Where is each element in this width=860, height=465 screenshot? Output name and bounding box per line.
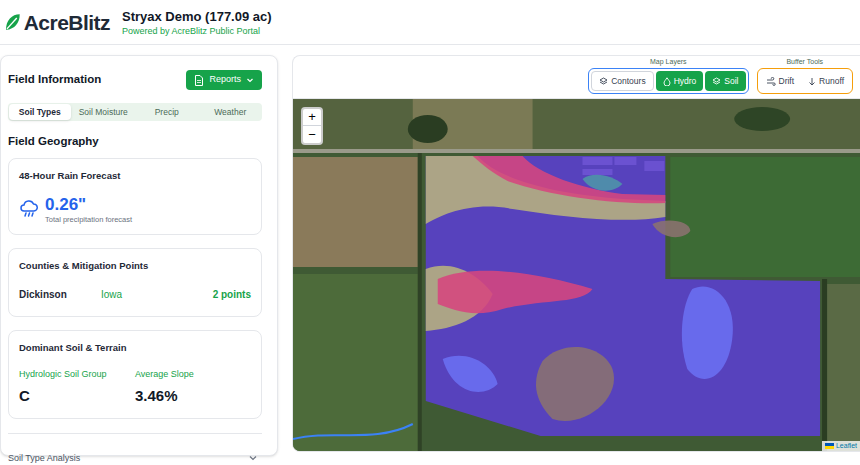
stat-label: Average Slope [135, 368, 251, 382]
map-toolbar: Map LayersContoursHydroSoilBuffer ToolsD… [293, 56, 860, 99]
waterway [293, 424, 413, 439]
tab[interactable]: Weather [200, 104, 262, 120]
tab-bar: Soil Types Soil Moisture Precip Weather [8, 103, 262, 121]
county-name: Dickinson [19, 287, 101, 302]
soil-unit[interactable] [536, 220, 690, 420]
map-attribution: Leaflet [822, 441, 860, 452]
buffer-toggle[interactable]: Runoff [802, 71, 850, 91]
info-card: Dominant Soil & Terrain Hydrologic Soil G… [8, 330, 262, 418]
arrow-down-icon [808, 77, 816, 86]
map-panel: Map LayersContoursHydroSoilBuffer ToolsD… [292, 55, 860, 452]
map-canvas[interactable]: +− Leaflet [293, 99, 860, 451]
logo-text[interactable]: AcreBlitz [24, 12, 110, 33]
rain-caption: Total precipitation forecast [45, 215, 132, 224]
section-title: Field Geography [8, 133, 262, 150]
tab-label[interactable]: Soil Types [19, 106, 61, 119]
document-icon [194, 75, 204, 86]
info-card: 48-Hour Rain Forecast 0.26"Total precipit… [8, 158, 262, 235]
tab[interactable]: Soil Moisture [73, 104, 135, 120]
card-title: 48-Hour Rain Forecast [19, 169, 251, 183]
reports-button[interactable]: Reports [186, 70, 262, 90]
card-title: Dominant Soil & Terrain [19, 341, 251, 355]
layer-label[interactable]: Hydro [674, 75, 697, 88]
info-card: Counties & Mitigation Points DickinsonIow… [8, 248, 262, 317]
soil-unit[interactable] [443, 286, 733, 392]
logo[interactable]: AcreBlitz [4, 12, 110, 33]
group-label: Map Layers [650, 57, 687, 68]
page-subtitle: Powered by AcreBlitz Public Portal [122, 26, 272, 37]
buffer-label[interactable]: Drift [779, 75, 795, 88]
leaflet-link[interactable]: Leaflet [836, 441, 857, 452]
layer-toggle[interactable]: Soil [705, 71, 745, 91]
stat-label: Hydrologic Soil Group [19, 368, 135, 382]
stat-value: 3.46% [135, 385, 251, 408]
tab-label[interactable]: Precip [155, 106, 179, 119]
soil-unit[interactable] [582, 175, 622, 191]
soil-analysis-toggle[interactable]: Soil Type Analysis [8, 452, 262, 465]
zoom-out-button[interactable]: − [303, 126, 321, 143]
rain-value: 0.26" [45, 194, 132, 215]
wind-icon [766, 77, 776, 86]
group-label: Buffer Tools [786, 57, 823, 68]
droplet-icon [663, 77, 671, 86]
soil-stat: Average Slope 3.46% [135, 368, 251, 408]
soil-unit[interactable] [426, 156, 666, 331]
chevron-down-icon [246, 76, 254, 84]
layer-label[interactable]: Contours [611, 75, 646, 88]
tab[interactable]: Precip [136, 104, 198, 120]
card-title: Counties & Mitigation Points [19, 259, 251, 273]
stat-value: C [19, 385, 135, 408]
soil-stat: Hydrologic Soil Group C [19, 368, 135, 408]
buffer-toggle[interactable]: Drift [760, 71, 801, 91]
sidebar: Field Information Reports Soil Types Soil M… [0, 55, 278, 456]
app-header: AcreBlitz Stryax Demo (177.09 ac)Powered … [0, 0, 860, 45]
layers-icon [599, 77, 608, 86]
soil-unit[interactable] [426, 156, 820, 436]
title-block: Stryax Demo (177.09 ac)Powered by AcreBl… [122, 7, 272, 37]
layer-toggle[interactable]: Hydro [656, 71, 704, 91]
mitigation-points: 2 points [213, 287, 251, 302]
sidebar-title: Field Information [8, 71, 101, 88]
main-area: Field Information Reports Soil Types Soil M… [0, 45, 860, 456]
tab-label[interactable]: Soil Moisture [79, 106, 128, 119]
satellite-map[interactable] [293, 99, 860, 451]
ukraine-flag-icon [825, 443, 834, 449]
soil-unit[interactable] [438, 156, 666, 313]
cloud-rain-icon [19, 200, 39, 218]
zoom-control: +− [301, 107, 323, 145]
layer-toggle[interactable]: Contours [591, 71, 654, 91]
tab[interactable]: Soil Types [9, 104, 71, 120]
tab-label[interactable]: Weather [214, 106, 246, 119]
layer-group: Contours Hydro Soil [588, 68, 748, 94]
buffer-group: Drift Runoff [757, 68, 853, 94]
reports-label[interactable]: Reports [209, 73, 241, 87]
layer-label[interactable]: Soil [724, 75, 738, 88]
state-name: Iowa [101, 287, 213, 302]
page-title: Stryax Demo (177.09 ac) [122, 9, 272, 25]
chevron-down-icon[interactable] [248, 453, 258, 463]
analysis-title[interactable]: Soil Type Analysis [8, 452, 80, 465]
buffer-label[interactable]: Runoff [819, 75, 844, 88]
zoom-in-button[interactable]: + [303, 109, 321, 126]
leaf-logo-icon [4, 12, 22, 32]
layers-icon [712, 77, 721, 86]
